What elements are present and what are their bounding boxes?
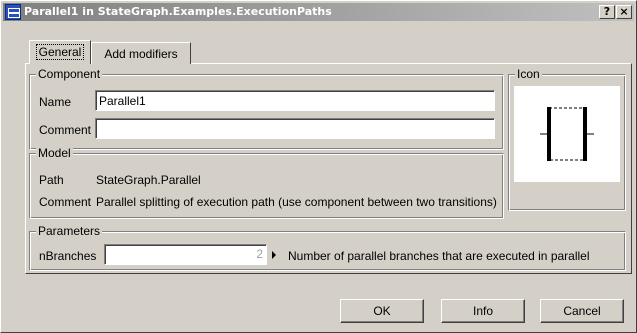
- comment-input[interactable]: [95, 118, 495, 139]
- cancel-button[interactable]: Cancel: [540, 299, 624, 323]
- model-legend: Model: [36, 146, 73, 160]
- ok-button[interactable]: OK: [340, 299, 424, 323]
- model-comment-label: Comment: [39, 195, 92, 209]
- component-legend: Component: [36, 67, 103, 81]
- param-nbranches-input[interactable]: 2: [104, 244, 267, 265]
- icon-legend: Icon: [515, 67, 542, 81]
- parameters-legend: Parameters: [36, 224, 103, 238]
- path-label: Path: [39, 173, 64, 187]
- dialog-window: Parallel1 in StateGraph.Examples.Executi…: [0, 0, 637, 333]
- path-value: StateGraph.Parallel: [96, 173, 201, 187]
- close-button[interactable]: ×: [616, 5, 632, 19]
- param-nbranches-label: nBranches: [39, 249, 97, 263]
- help-button[interactable]: ?: [599, 5, 615, 19]
- model-comment-value: Parallel splitting of execution path (us…: [96, 195, 497, 209]
- tab-general[interactable]: General: [29, 40, 91, 64]
- comment-label: Comment: [39, 123, 92, 137]
- name-label: Name: [39, 95, 72, 109]
- name-input[interactable]: [95, 90, 495, 111]
- title-bar[interactable]: Parallel1 in StateGraph.Examples.Executi…: [3, 3, 634, 21]
- info-button[interactable]: Info: [441, 299, 525, 323]
- tab-add-modifiers[interactable]: Add modifiers: [91, 42, 191, 64]
- tab-add-modifiers-label: Add modifiers: [104, 47, 178, 61]
- app-icon: [5, 4, 21, 20]
- window-title: Parallel1 in StateGraph.Examples.Executi…: [24, 5, 332, 18]
- param-menu-arrow-icon[interactable]: [272, 251, 276, 259]
- component-icon-preview: [514, 86, 620, 182]
- tab-general-label: General: [35, 44, 85, 60]
- parallel-block-icon: [540, 107, 594, 161]
- param-nbranches-description: Number of parallel branches that are exe…: [288, 249, 590, 263]
